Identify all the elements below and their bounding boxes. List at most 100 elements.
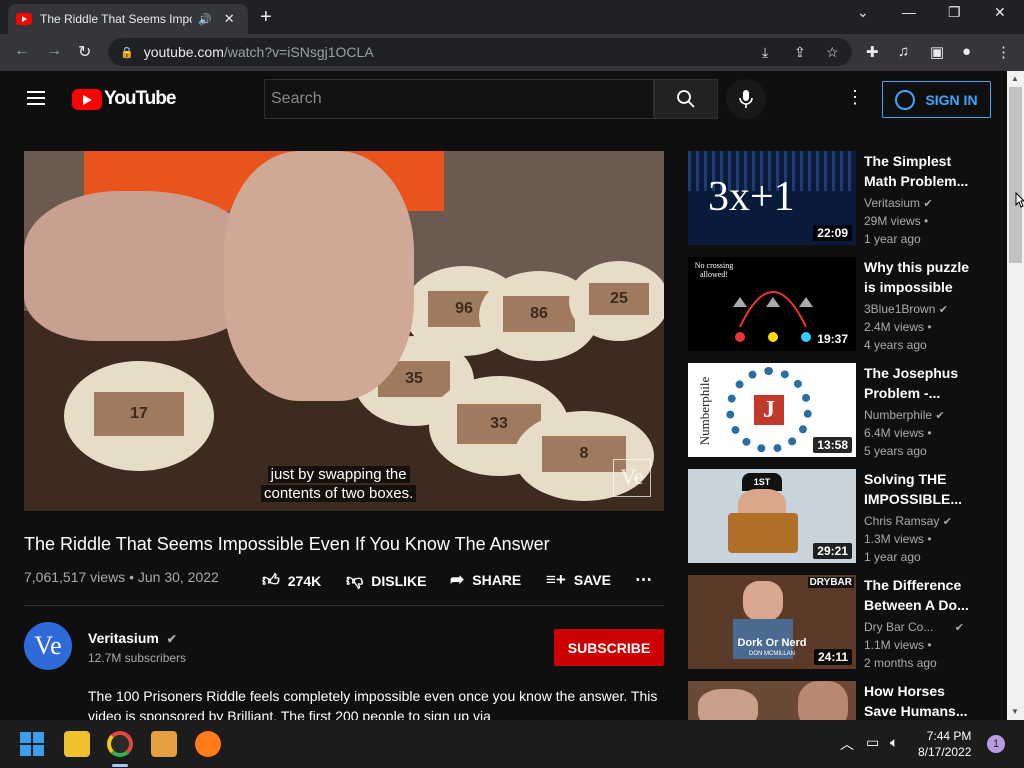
- video-duration: 24:11: [813, 649, 852, 665]
- speaker-icon[interactable]: 🔊: [198, 13, 212, 26]
- thumbnail-face: [743, 581, 783, 621]
- reload-icon[interactable]: ↻: [78, 42, 91, 62]
- recommended-views: 29M views •: [864, 214, 929, 228]
- recommended-video[interactable]: No crossing allowed! 19:37 Why this puzz…: [688, 257, 988, 353]
- right-hand: [224, 151, 414, 401]
- firefox-icon[interactable]: [195, 731, 221, 757]
- notification-badge[interactable]: 1: [987, 735, 1005, 753]
- share-button[interactable]: ➦ SHARE: [450, 570, 521, 590]
- address-bar[interactable]: 🔒 youtube.com /watch?v=iSNsgj1OCLA ⤓ ⇪ ☆: [108, 38, 852, 66]
- number-disc: 25: [569, 261, 664, 341]
- playlist-add-icon: ≡+: [546, 570, 566, 589]
- recommended-video[interactable]: Numberphile J 13:58 The Josephus Problem…: [688, 363, 988, 459]
- video-thumbnail[interactable]: No crossing allowed! 19:37: [688, 257, 856, 351]
- video-duration: 22:09: [813, 225, 852, 241]
- clock-time: 7:44 PM: [926, 729, 972, 743]
- channel-watermark[interactable]: Ve: [613, 459, 651, 497]
- scroll-up-icon[interactable]: ▲: [1011, 74, 1019, 83]
- channel-name[interactable]: Veritasium ✔: [88, 630, 177, 646]
- mouse-cursor-icon: [1015, 192, 1024, 208]
- utility-graph-icon: [733, 291, 813, 342]
- verified-icon: ✔: [954, 622, 964, 634]
- recommended-channel: Numberphile ✔: [864, 408, 945, 422]
- recommended-video[interactable]: 3x+1 22:09 The Simplest Math Problem... …: [688, 151, 988, 247]
- recommended-views: 1.3M views •: [864, 532, 932, 546]
- recommended-video[interactable]: 1ST 29:21 Solving THE IMPOSSIBLE... Chri…: [688, 469, 988, 565]
- page-scrollbar[interactable]: ▲ ▼: [1007, 71, 1024, 720]
- video-views-date: 7,061,517 views • Jun 30, 2022: [24, 569, 219, 585]
- recommended-video[interactable]: How Horses Save Humans...: [688, 681, 988, 720]
- voice-search-button[interactable]: [726, 79, 766, 119]
- profile-icon[interactable]: ●: [962, 43, 971, 60]
- channel-avatar[interactable]: Ve: [24, 622, 72, 670]
- recommended-age: 2 months ago: [864, 656, 937, 670]
- video-thumbnail[interactable]: 1ST 29:21: [688, 469, 856, 563]
- caption-line-2: contents of two boxes.: [261, 485, 417, 502]
- thumbnail-letter: J: [754, 395, 784, 425]
- subscriber-count: 12.7M subscribers: [88, 651, 187, 665]
- media-control-icon[interactable]: ♫: [898, 43, 909, 60]
- media-player-icon[interactable]: [151, 731, 177, 757]
- url-path: /watch?v=iSNsgj1OCLA: [223, 44, 374, 60]
- recommended-title: The Difference Between A Do...: [864, 577, 969, 613]
- network-icon[interactable]: ▭: [866, 734, 879, 751]
- more-actions-button[interactable]: ⋯: [635, 570, 660, 590]
- close-window-button[interactable]: ✕: [994, 4, 1006, 21]
- like-count: 274K: [287, 572, 322, 589]
- scrollbar-thumb[interactable]: [1009, 87, 1022, 263]
- video-thumbnail[interactable]: 3x+1 22:09: [688, 151, 856, 245]
- settings-more-icon[interactable]: ⋮: [846, 87, 864, 108]
- number-disc: 17: [64, 361, 214, 471]
- recommended-title: How Horses Save Humans...: [864, 683, 968, 719]
- recommended-channel: 3Blue1Brown ✔: [864, 302, 948, 316]
- save-button[interactable]: ≡+ SAVE: [546, 570, 611, 590]
- back-icon[interactable]: ←: [14, 42, 30, 60]
- video-title: The Riddle That Seems Impossible Even If…: [24, 534, 550, 554]
- video-duration: 13:58: [813, 437, 852, 453]
- volume-icon[interactable]: 🔈︎: [890, 734, 898, 751]
- chrome-icon[interactable]: [107, 731, 133, 757]
- tab-title: The Riddle That Seems Impo: [40, 12, 192, 26]
- restore-button[interactable]: ❐: [948, 4, 961, 21]
- forward-icon[interactable]: →: [46, 42, 62, 60]
- browser-tab[interactable]: The Riddle That Seems Impo 🔊 ✕: [8, 4, 248, 34]
- new-tab-button[interactable]: +: [260, 6, 272, 29]
- video-thumbnail[interactable]: Numberphile J 13:58: [688, 363, 856, 457]
- windows-start-icon[interactable]: [20, 732, 44, 756]
- youtube-logo[interactable]: YouTube: [72, 88, 176, 110]
- more-horizontal-icon: ⋯: [635, 570, 652, 589]
- tab-search-icon[interactable]: ⌄: [857, 4, 869, 21]
- video-thumbnail[interactable]: [688, 681, 856, 720]
- close-tab-icon[interactable]: ✕: [224, 11, 235, 27]
- youtube-play-logo-icon: [72, 88, 102, 110]
- search-input[interactable]: Search: [264, 79, 654, 119]
- sign-in-label: SIGN IN: [925, 91, 978, 108]
- video-player[interactable]: 96 86 25 35 33 17 8 just by swapping the…: [24, 151, 664, 511]
- minimize-button[interactable]: —: [902, 4, 916, 20]
- verified-icon: ✔: [923, 198, 933, 210]
- hamburger-menu-icon[interactable]: [27, 91, 45, 105]
- file-explorer-icon[interactable]: [64, 731, 90, 757]
- install-app-icon[interactable]: ⤓: [762, 44, 768, 61]
- video-thumbnail[interactable]: DRYBAR Dork Or Nerd DON MCMILLAN 24:11: [688, 575, 856, 669]
- sign-in-button[interactable]: SIGN IN: [882, 81, 991, 118]
- bookmark-star-icon[interactable]: ☆: [826, 44, 839, 61]
- thumbs-down-icon: 👎︎: [346, 571, 364, 590]
- subscribe-button[interactable]: SUBSCRIBE: [554, 629, 664, 666]
- browser-menu-icon[interactable]: ⋮: [996, 43, 1011, 61]
- extensions-icon[interactable]: ✚: [866, 43, 879, 61]
- taskbar-clock[interactable]: 7:44 PM 8/17/2022: [918, 728, 971, 760]
- user-circle-icon: [895, 89, 916, 110]
- lock-icon[interactable]: 🔒: [120, 46, 134, 59]
- active-app-indicator: [112, 764, 128, 767]
- scroll-down-icon[interactable]: ▼: [1011, 707, 1019, 716]
- share-page-icon[interactable]: ⇪: [794, 44, 806, 61]
- dislike-button[interactable]: 👎︎ DISLIKE: [346, 570, 427, 591]
- recommended-video[interactable]: DRYBAR Dork Or Nerd DON MCMILLAN 24:11 T…: [688, 575, 988, 671]
- like-button[interactable]: 👍︎ 274K: [262, 570, 321, 591]
- thumbnail-hand: [698, 689, 758, 720]
- side-panel-icon[interactable]: ▣: [930, 43, 944, 61]
- show-hidden-icons[interactable]: ︿: [840, 734, 854, 754]
- recommended-age: 4 years ago: [864, 338, 927, 352]
- search-button[interactable]: [654, 79, 718, 119]
